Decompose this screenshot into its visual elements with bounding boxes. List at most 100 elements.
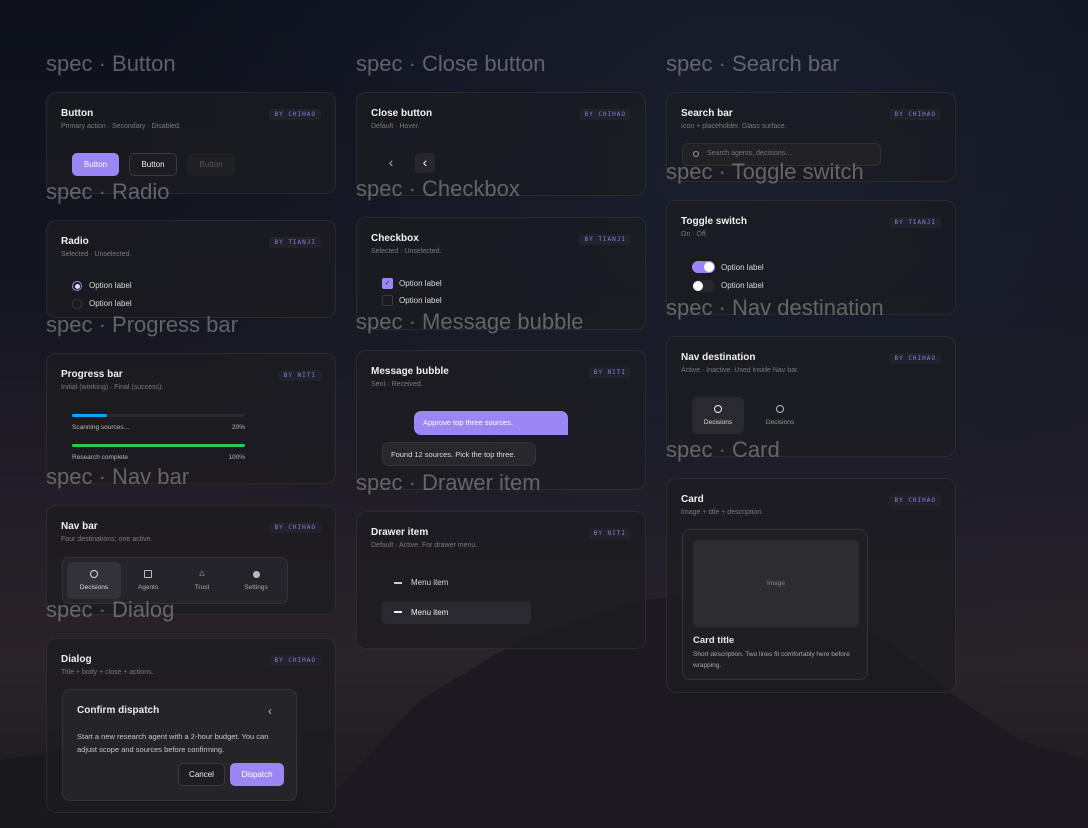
spec-label-search: spec · Search bar	[666, 51, 840, 76]
author-badge: BY CHIHAO	[889, 495, 941, 506]
triangle-icon: △	[199, 570, 205, 577]
card-title: Close button	[371, 108, 433, 119]
nav-destination-label: Decisions	[765, 419, 795, 426]
card-title: Toggle switch	[681, 216, 747, 227]
primary-button[interactable]: Button	[72, 153, 119, 176]
spec-label-navbar: spec · Nav bar	[46, 464, 190, 489]
card-title: Nav bar	[61, 521, 98, 532]
radio-label: Option label	[89, 299, 132, 308]
dispatch-button[interactable]: Dispatch	[230, 763, 284, 786]
card-description: Short description. Two lines fit comfort…	[693, 651, 850, 669]
sent-message-bubble: Approve top three sources.	[414, 411, 568, 435]
spec-label-button: spec · Button	[46, 51, 176, 76]
card-subtitle: Sent · Received.	[371, 381, 423, 388]
toggle-label: Option label	[721, 263, 764, 272]
cancel-button[interactable]: Cancel	[178, 763, 225, 786]
dialog: Confirm dispatch ‹ Start a new research …	[62, 689, 297, 801]
progress-track	[72, 414, 245, 417]
message-bubble-spec-card: Message bubble Sent · Received. BY NITI …	[356, 350, 646, 490]
spec-label-message: spec · Message bubble	[356, 309, 584, 334]
close-icon[interactable]: ‹	[268, 704, 272, 718]
card-title: Checkbox	[371, 233, 419, 244]
drawer-item-label: Menu item	[411, 608, 449, 617]
checkbox-checked[interactable]: ✓	[382, 278, 393, 289]
nav-item-trust[interactable]: △ Trust	[175, 562, 229, 599]
card-subtitle: On · Off.	[681, 231, 708, 238]
toggle-off[interactable]	[692, 280, 715, 292]
card-subtitle: Initial (working) · Final (success).	[61, 384, 164, 391]
card-subtitle: Active · Inactive. Used inside Nav bar.	[681, 367, 799, 374]
drawer-item-spec-card: Drawer item Default · Active. For drawer…	[356, 511, 646, 649]
progress-label: Scanning sources…	[72, 424, 131, 431]
dialog-body: Start a new research agent with a 2-hour…	[77, 732, 269, 754]
drawer-item-label: Menu item	[411, 578, 449, 587]
nav-item-label: Settings	[244, 583, 268, 591]
drawer-item-default[interactable]: Menu item	[382, 576, 531, 590]
radio-unselected[interactable]	[72, 299, 82, 309]
nav-destination-label: Decisions	[703, 419, 733, 426]
nav-destination-active[interactable]: Decisions	[692, 397, 744, 434]
nav-item-settings[interactable]: Settings	[229, 562, 283, 599]
content-card[interactable]: Image Card title Short description. Two …	[682, 529, 868, 680]
nav-item-label: Trust	[194, 584, 210, 591]
toggle-label: Option label	[721, 281, 764, 290]
radio-label: Option label	[89, 281, 132, 290]
card-title: Radio	[61, 236, 89, 247]
nav-item-agents[interactable]: Agents	[121, 562, 175, 599]
author-badge: BY CHIHAO	[889, 353, 941, 364]
card-subtitle: Icon + placeholder. Glass surface.	[681, 123, 787, 130]
author-badge: BY TIANJI	[269, 237, 321, 248]
progress-track	[72, 444, 245, 447]
card-title: Search bar	[681, 108, 733, 119]
card-subtitle: Primary action · Secondary · Disabled.	[61, 123, 181, 130]
dialog-spec-card: Dialog Title + body + close + actions. B…	[46, 638, 336, 813]
author-badge: BY NITI	[278, 370, 321, 381]
spec-label-radio: spec · Radio	[46, 179, 170, 204]
close-button-hover[interactable]: ‹	[415, 153, 435, 173]
checkbox-label: Option label	[399, 296, 442, 305]
nav-item-decisions[interactable]: Decisions	[67, 562, 121, 599]
spec-label-card: spec · Card	[666, 437, 780, 462]
circle-icon	[90, 570, 98, 578]
author-badge: BY TIANJI	[889, 217, 941, 228]
spec-label-drawer: spec · Drawer item	[356, 470, 541, 495]
drawer-item-active[interactable]: Menu item	[382, 601, 531, 624]
image-label: Image	[766, 580, 786, 587]
author-badge: BY NITI	[588, 528, 631, 539]
dot-icon	[252, 570, 260, 578]
author-badge: BY TIANJI	[579, 234, 631, 245]
nav-destination-inactive[interactable]: Decisions	[754, 397, 806, 434]
checkbox-unchecked[interactable]	[382, 295, 393, 306]
square-icon	[144, 570, 152, 578]
radio-selected[interactable]	[72, 281, 82, 291]
card-spec-card: Card Image + title + description. BY CHI…	[666, 478, 956, 693]
progress-fill	[72, 444, 245, 447]
close-button-default[interactable]: ‹	[383, 153, 399, 173]
spec-label-navdest: spec · Nav destination	[666, 295, 884, 320]
spec-label-progress: spec · Progress bar	[46, 312, 238, 337]
toggle-on[interactable]	[692, 261, 715, 273]
card-subtitle: Title + body + close + actions.	[61, 669, 154, 676]
card-subtitle: Default · Active. For drawer menu.	[371, 542, 478, 549]
card-subtitle: Image + title + description.	[681, 509, 764, 516]
card-subtitle: Default · Hover.	[371, 123, 420, 130]
card-title-text: Card title	[693, 635, 735, 646]
progress-fill	[72, 414, 107, 417]
spec-label-dialog: spec · Dialog	[46, 597, 175, 622]
circle-icon	[776, 405, 784, 413]
card-subtitle: Four destinations; one active.	[61, 536, 153, 543]
circle-icon	[714, 405, 722, 413]
author-badge: BY CHIHAO	[269, 522, 321, 533]
card-subtitle: Selected · Unselected.	[61, 251, 132, 258]
spec-label-toggle: spec · Toggle switch	[666, 159, 864, 184]
card-title: Progress bar	[61, 369, 123, 380]
nav-item-label: Decisions	[79, 584, 109, 591]
secondary-button[interactable]: Button	[129, 153, 177, 176]
author-badge: BY NITI	[588, 367, 631, 378]
search-input[interactable]: Search agents, decisions…	[707, 150, 792, 157]
author-badge: BY CHIHAO	[579, 109, 631, 120]
dash-icon	[394, 582, 402, 584]
card-title: Button	[61, 108, 94, 119]
checkbox-label: Option label	[399, 279, 442, 288]
spec-label-checkbox: spec · Checkbox	[356, 176, 520, 201]
